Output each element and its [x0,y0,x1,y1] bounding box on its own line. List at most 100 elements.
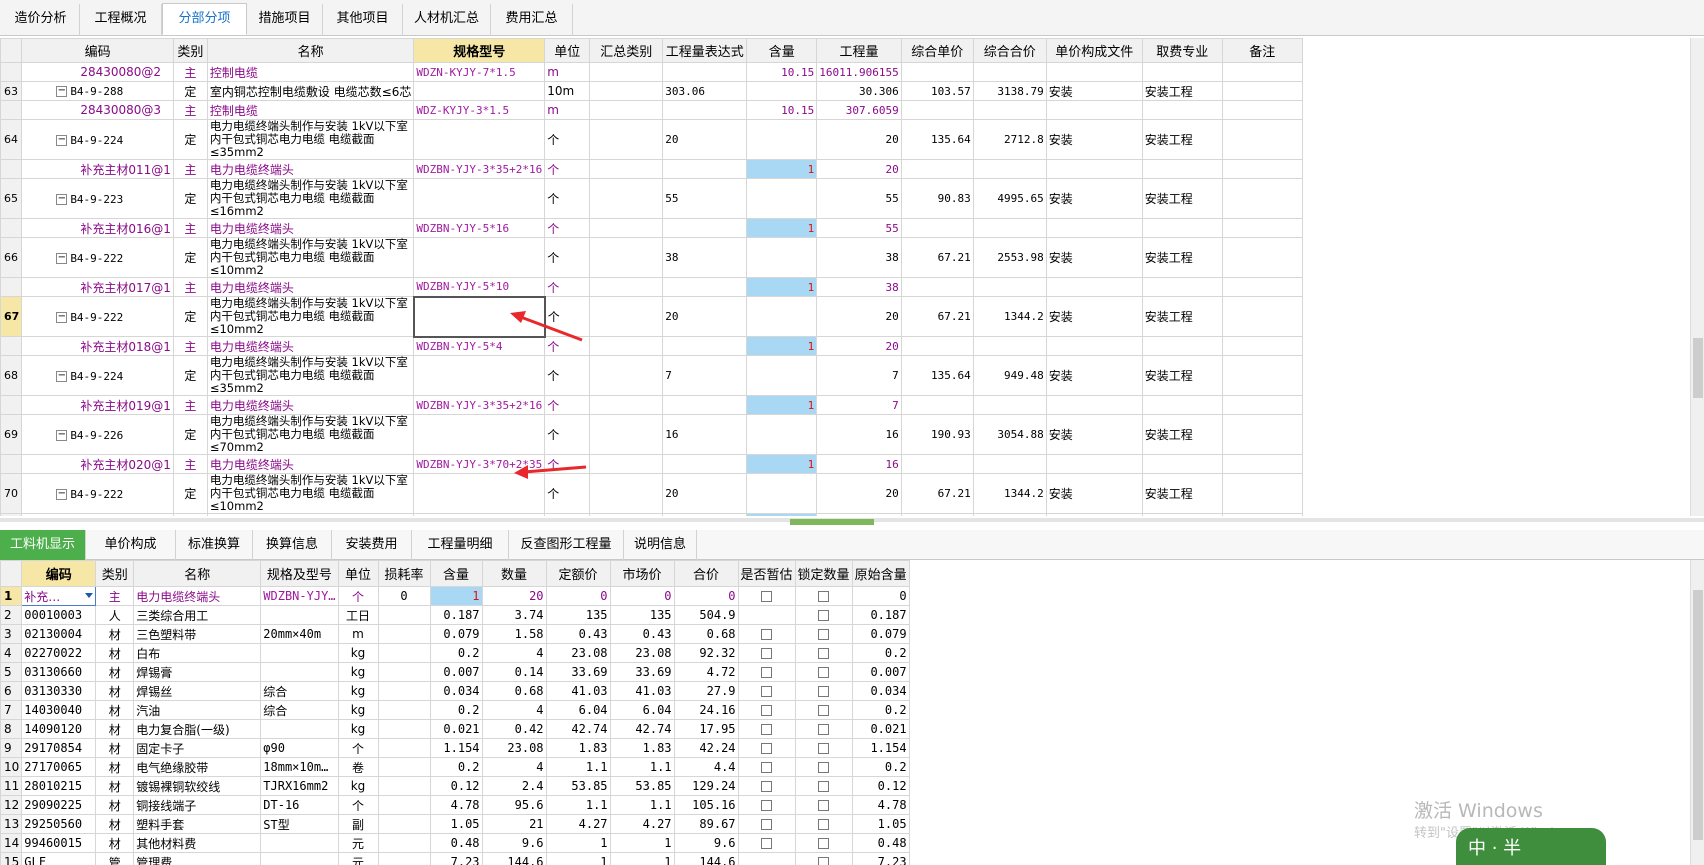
resource-name[interactable]: 焊锡丝 [133,681,262,701]
remark[interactable] [1221,454,1303,474]
item-name[interactable]: 电力电缆终端头制作与安装 1kV以下室内干包式铜芯电力电缆 电缆截面≤35mm2 [206,355,415,396]
resource-ratio[interactable]: 7.23 [429,852,483,865]
remark[interactable] [1221,395,1303,415]
row-number[interactable]: 69 [0,414,23,455]
resource-total[interactable]: 89.67 [673,814,739,834]
resource-name[interactable]: 焊锡膏 [133,662,262,682]
resource-spec[interactable] [260,662,339,682]
resource-ratio[interactable]: 0.2 [429,757,483,777]
row-number[interactable]: 67 [0,296,23,337]
resource-row[interactable]: 1 补充… 主电力电缆终端头 WDZBN-YJY… 个 0 1 20 0 0 0 0 [0,586,910,606]
resource-column-header-2[interactable]: 类别 [95,560,135,587]
resource-code[interactable]: 03130660 [21,662,97,682]
item-unit[interactable]: 个 [544,218,591,238]
original-ratio[interactable]: 0 [851,586,910,606]
resource-unit[interactable]: kg [337,681,379,701]
resource-unit[interactable]: kg [337,643,379,663]
lock-quantity-cell[interactable] [794,700,853,720]
resource-name[interactable]: 电力电缆终端头 [133,586,262,606]
resource-name[interactable]: 电气绝缘胶带 [133,757,262,777]
item-spec[interactable] [413,119,546,160]
resource-column-header-9[interactable]: 定额价 [545,560,611,587]
detail-tab-0[interactable]: 工料机显示 [0,530,86,560]
loss-rate[interactable] [377,776,431,796]
price-file[interactable] [1045,218,1143,238]
resource-row-number[interactable]: 9 [0,738,23,758]
item-code-cell[interactable]: − B4-9-222 [21,473,174,514]
quota-row[interactable]: 70− B4-9-222 定电力电缆终端头制作与安装 1kV以下室内干包式铜芯电力电… [0,473,1303,514]
quota-price[interactable]: 42.74 [545,719,611,739]
item-type[interactable]: 主 [172,513,208,516]
resource-row[interactable]: 3 02130004 材三色塑料带 20mm×40m m 0.079 1.58 0.43 0.4… [0,624,910,644]
fee-major[interactable]: 安装工程 [1141,473,1223,514]
quota-price[interactable]: 53.85 [545,776,611,796]
column-header-4[interactable]: 规格型号 [413,38,546,63]
resource-ratio[interactable]: 4.78 [429,795,483,815]
lock-quantity-cell[interactable] [794,586,853,606]
resource-unit[interactable]: 元 [337,852,379,865]
market-price[interactable]: 41.03 [609,681,675,701]
item-name[interactable]: 电力电缆终端头制作与安装 1kV以下室内干包式铜芯电力电缆 电缆截面≤70mm2 [206,414,415,455]
resource-quantity[interactable]: 1.58 [481,624,547,644]
resource-unit[interactable]: kg [337,776,379,796]
quota-row[interactable]: 65− B4-9-223 定电力电缆终端头制作与安装 1kV以下室内干包式铜芯电力电… [0,178,1303,219]
lock-quantity-cell[interactable] [794,719,853,739]
lock-quantity-checkbox[interactable] [818,743,830,754]
resource-total[interactable]: 4.4 [673,757,739,777]
fee-major[interactable] [1141,277,1223,297]
row-number[interactable]: 70 [0,473,23,514]
item-code-cell[interactable]: − B4-9-224 [21,119,174,160]
provisional-checkbox[interactable] [761,705,773,716]
quantity-ratio[interactable]: 1 [746,277,818,297]
resource-code-dropdown[interactable]: 补充… [21,586,97,606]
resource-total[interactable]: 504.9 [673,605,739,625]
resource-spec[interactable]: 18mm×10m… [260,757,339,777]
resource-column-header-8[interactable]: 数量 [481,560,547,587]
resource-name[interactable]: 三色塑料带 [133,624,262,644]
item-name[interactable]: 电力电缆终端头制作与安装 1kV以下室内干包式铜芯电力电缆 电缆截面≤10mm2 [206,296,415,337]
remark[interactable] [1221,62,1303,82]
quantity-expression[interactable]: 303.06 [662,81,748,101]
quantity-ratio[interactable]: 1 [746,218,818,238]
resource-total[interactable]: 92.32 [673,643,739,663]
resource-column-header-1[interactable]: 编码 [21,560,97,587]
summary-category[interactable] [589,159,664,179]
unit-price[interactable] [900,395,974,415]
provisional-estimate-cell[interactable] [737,814,796,834]
quantity-ratio[interactable]: 10.15 [746,100,818,120]
resource-column-header-14[interactable]: 原始含量 [851,560,910,587]
quantity-ratio[interactable] [746,414,818,455]
resource-type[interactable]: 材 [95,700,135,720]
total-price[interactable] [972,336,1047,356]
market-price[interactable]: 23.08 [609,643,675,663]
price-file[interactable] [1045,159,1143,179]
quota-price[interactable]: 1.83 [545,738,611,758]
resource-total[interactable]: 9.6 [673,833,739,853]
quantity-expression[interactable] [662,454,748,474]
resource-code[interactable]: 02130004 [21,624,97,644]
resource-row[interactable]: 8 14090120 材电力复合脂(一级) kg 0.021 0.42 42.74 42.74… [0,719,910,739]
item-unit[interactable]: 10m [544,81,591,101]
total-price[interactable]: 1344.2 [972,473,1047,514]
resource-row[interactable]: 4 02270022 材白布 kg 0.2 4 23.08 23.08 92.32 0.2 [0,643,910,663]
item-unit[interactable]: 个 [544,414,591,455]
resource-code[interactable]: 02270022 [21,643,97,663]
summary-category[interactable] [589,414,664,455]
summary-category[interactable] [589,473,664,514]
quota-price[interactable]: 23.08 [545,643,611,663]
collapse-icon[interactable]: − [56,311,68,323]
provisional-checkbox[interactable] [761,724,773,735]
material-row[interactable]: 补充主材016@1 主电力电缆终端头 WDZBN-YJY-5*16 个 1 55 [0,218,1303,238]
market-price[interactable]: 135 [609,605,675,625]
lock-quantity-cell[interactable] [794,662,853,682]
lock-quantity-checkbox[interactable] [818,838,830,849]
market-price[interactable]: 1.1 [609,795,675,815]
collapse-icon[interactable]: − [56,86,68,97]
provisional-estimate-cell[interactable] [737,681,796,701]
provisional-estimate-cell[interactable] [737,605,796,625]
original-ratio[interactable]: 0.079 [851,624,910,644]
column-header-5[interactable]: 单位 [544,38,591,63]
quantity-ratio[interactable]: 1 [746,159,818,179]
original-ratio[interactable]: 4.78 [851,795,910,815]
provisional-checkbox[interactable] [761,591,773,602]
